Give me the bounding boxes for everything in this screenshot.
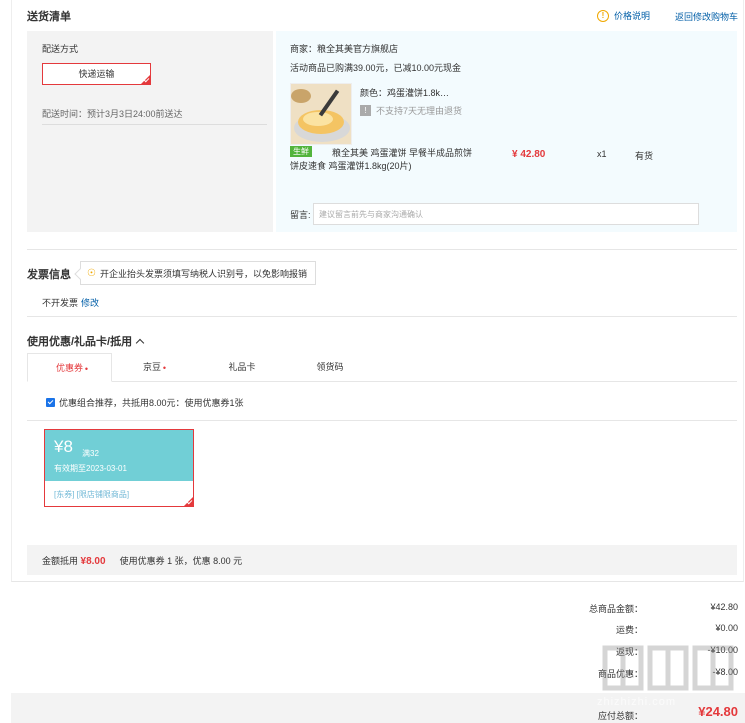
tab-dot: •: [162, 363, 166, 373]
coupon-tabs: 优惠券 • 京豆 • 礼品卡 领货码: [27, 353, 737, 382]
promotion-note: 活动商品已购满39.00元，已减10.00元现金: [290, 63, 462, 73]
fresh-badge: 生鲜: [290, 146, 312, 157]
divider: [27, 316, 737, 317]
product-photo: [291, 84, 351, 144]
shipping-fee-label: 运费：: [615, 625, 643, 635]
tab-label: 领货码: [316, 362, 344, 372]
invoice-tip: ☉ 开企业抬头发票须填写纳税人识别号，以免影响报销: [80, 261, 316, 285]
divider: [42, 124, 267, 125]
coupon-condition: 满32: [82, 449, 99, 458]
product-price: ¥ 42.80: [512, 149, 546, 160]
combo-recommend[interactable]: 优惠组合推荐，共抵用8.00元：使用优惠券1张: [46, 396, 244, 409]
price-note-label: 价格说明: [614, 11, 651, 21]
invoice-tip-text: 开企业抬头发票须填写纳税人识别号，以免影响报销: [99, 268, 307, 279]
coupon-section-toggle[interactable]: 使用优惠/礼品卡/抵用: [27, 333, 145, 349]
selected-check-icon: [184, 497, 193, 506]
coupon-scope: [东券] [限店铺限商品]: [54, 490, 130, 499]
section-title: 送货清单: [27, 11, 71, 23]
lightbulb-icon: ☉: [87, 267, 96, 279]
tab-label: 礼品卡: [228, 362, 256, 372]
product-name[interactable]: 粮全其美 鸡蛋灌饼 早餐半成品煎饼饼皮速食 鸡蛋灌饼1.8kg(20片): [290, 147, 475, 173]
coupon-validity: 有效期至2023-03-01: [54, 464, 127, 473]
selected-check-icon: [141, 75, 150, 84]
remark-label: 留言:: [290, 210, 311, 220]
watermark-text: zhizhizhi.com: [597, 696, 677, 708]
product-quantity: x1: [597, 149, 607, 159]
no-return-icon: !: [360, 105, 371, 116]
coupon-summary-label-group: 金额抵用 ¥8.00: [42, 554, 106, 567]
total-goods-label: 总商品金额：: [588, 604, 643, 614]
tab-redeem-code[interactable]: 领货码: [295, 353, 365, 382]
payable-amount: ¥24.80: [698, 704, 738, 719]
coupon-amount: ¥8: [54, 437, 73, 456]
invoice-title: 发票信息: [27, 269, 71, 281]
return-to-cart-link[interactable]: 返回修改购物车: [675, 10, 738, 23]
shipping-method-label: 配送方式: [42, 44, 79, 54]
remark-input[interactable]: [313, 203, 699, 225]
tab-jd-bean[interactable]: 京豆 •: [117, 353, 187, 382]
price-note-link[interactable]: ! 价格说明: [597, 9, 650, 22]
chevron-up-icon: [135, 338, 145, 347]
warning-icon: !: [597, 9, 609, 22]
coupon-summary-label: 金额抵用: [42, 555, 79, 566]
shipping-fee-value: ¥0.00: [715, 623, 738, 633]
delivery-time: 配送时间：预计3月3日24:00前送达: [42, 109, 183, 119]
coupon-summary-amount: ¥8.00: [80, 555, 106, 567]
delivery-panel: [27, 31, 273, 232]
no-return-label: 不支持7天无理由退货: [376, 106, 463, 116]
tab-gift-card[interactable]: 礼品卡: [207, 353, 277, 382]
combo-text: 优惠组合推荐，共抵用8.00元：使用优惠券1张: [59, 398, 244, 408]
tab-label: 优惠券: [55, 363, 83, 373]
coupon-card[interactable]: ¥8 满32 有效期至2023-03-01 [东券] [限店铺限商品]: [44, 429, 194, 507]
total-goods-value: ¥42.80: [710, 602, 738, 612]
no-return-policy: ! 不支持7天无理由退货: [360, 104, 462, 117]
coupon-card-header: ¥8 满32 有效期至2023-03-01: [45, 430, 193, 481]
merchant-name: 商家：粮全其美官方旗舰店: [290, 44, 399, 54]
shipping-option-label: 快递运输: [78, 69, 115, 79]
product-color: 颜色：鸡蛋灌饼1.8k…: [360, 88, 450, 98]
shipping-option-express[interactable]: 快递运输: [42, 63, 151, 85]
tab-coupon[interactable]: 优惠券 •: [27, 353, 112, 382]
invoice-status: 不开发票: [42, 298, 79, 308]
tab-dot: •: [84, 364, 88, 374]
coupon-summary-text: 使用优惠券 1 张，优惠 8.00 元: [119, 555, 243, 566]
stock-status: 有货: [635, 151, 654, 161]
payable-label: 应付总额：: [597, 711, 643, 721]
watermark-logo: [602, 645, 734, 691]
invoice-edit-link[interactable]: 修改: [81, 296, 99, 309]
divider: [27, 249, 737, 250]
combo-checkbox[interactable]: [46, 398, 55, 407]
coupon-section-title: 使用优惠/礼品卡/抵用: [27, 336, 133, 348]
tab-label: 京豆: [142, 362, 161, 372]
coupon-summary: 金额抵用 ¥8.00 使用优惠券 1 张，优惠 8.00 元: [27, 545, 737, 575]
product-image[interactable]: [290, 83, 352, 145]
